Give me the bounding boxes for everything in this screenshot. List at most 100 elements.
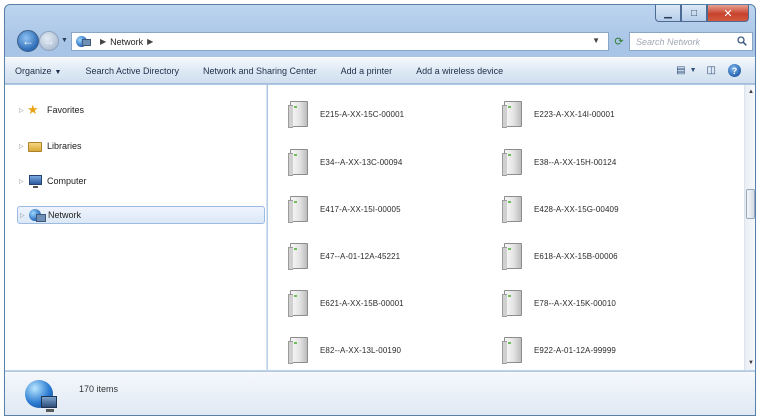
computer-tile[interactable]: E82--A-XX-13L-00190 [288,335,490,365]
expand-arrow-icon[interactable]: ▷ [19,107,27,114]
scroll-down-button[interactable]: ▼ [745,356,755,370]
nav-item-label: Computer [47,176,87,186]
preview-pane-icon[interactable]: ◫ [707,65,716,76]
computer-name: E78--A-XX-15K-00010 [534,298,616,308]
computer-tile[interactable]: E417-A-XX-15I-00005 [288,194,490,224]
help-icon[interactable]: ? [728,64,741,77]
server-icon [502,196,522,223]
breadcrumb-separator[interactable]: ▶ [147,37,153,46]
back-button[interactable]: ← [17,30,39,52]
scroll-thumb[interactable] [746,189,755,219]
command-bar: Organize ▼ Search Active Directory Networ… [5,57,755,84]
computer-tile[interactable]: E34--A-XX-13C-00094 [288,147,490,177]
search-input[interactable] [636,36,732,47]
server-icon [502,337,522,364]
computer-tile[interactable]: E922-A-01-12A-99999 [502,335,704,365]
nav-item-label: Libraries [47,141,82,151]
arrow-right-icon: → [43,34,55,48]
nav-item-computer[interactable]: ▷ Computer [17,172,265,190]
computer-name: E428-A-XX-15G-00409 [534,204,619,214]
server-icon [502,101,522,128]
computer-tile[interactable]: E618-A-XX-15B-00006 [502,241,704,271]
network-icon [25,380,59,414]
chevron-down-icon: ▼ [54,68,62,76]
minimize-button[interactable]: ▁ [655,5,681,22]
computer-name: E922-A-01-12A-99999 [534,345,616,355]
address-row: ← → ▼ ▶ Network ▶ ▼ ⟳ [5,27,755,53]
expand-arrow-icon[interactable]: ▷ [19,143,27,150]
computer-name: E38--A-XX-15H-00124 [534,157,617,167]
chevron-down-icon[interactable]: ▼ [690,67,697,74]
chevron-down-icon: ▼ [748,360,754,366]
address-bar[interactable]: ▶ Network ▶ ▼ [71,32,609,51]
server-icon [288,243,308,270]
vertical-scrollbar[interactable]: ▲ ▼ [744,85,755,370]
search-box[interactable] [629,32,753,51]
refresh-button[interactable]: ⟳ [611,32,627,51]
expand-arrow-icon[interactable]: ▷ [20,212,28,219]
view-tools: ▤ ▼ ◫ ? [666,64,741,77]
organize-label: Organize [15,65,52,76]
item-count: 170 items [79,384,119,394]
computer-tile[interactable]: E621-A-XX-15B-00001 [288,288,490,318]
computer-name: E621-A-XX-15B-00001 [320,298,404,308]
address-dropdown-button[interactable]: ▼ [592,36,600,45]
forward-button[interactable]: → [39,31,59,51]
chevron-up-icon: ▲ [748,89,754,95]
computer-tile[interactable]: E215-A-XX-15C-00001 [288,99,490,129]
computer-tile[interactable]: E38--A-XX-15H-00124 [502,147,704,177]
computer-name: E417-A-XX-15I-00005 [320,204,401,214]
network-sharing-center-button[interactable]: Network and Sharing Center [203,66,317,76]
content-pane: E215-A-XX-15C-00001 E223-A-XX-14I-00001 … [268,85,744,370]
organize-menu[interactable]: Organize ▼ [15,66,61,76]
server-icon [288,290,308,317]
expand-arrow-icon[interactable]: ▷ [19,178,27,185]
computer-name: E223-A-XX-14I-00001 [534,109,615,119]
computer-name: E47--A-01-12A-45221 [320,251,401,261]
chevron-down-icon: ▼ [61,37,68,44]
computer-icon [27,174,43,188]
server-icon [288,337,308,364]
nav-item-label: Network [48,210,82,220]
server-icon [288,101,308,128]
breadcrumb-separator[interactable]: ▶ [100,37,106,46]
network-icon [76,36,92,47]
computer-tile[interactable]: E428-A-XX-15G-00409 [502,194,704,224]
nav-item-network[interactable]: ▷ Network [17,206,265,224]
search-icon[interactable] [737,36,747,46]
nav-item-libraries[interactable]: ▷ Libraries [17,137,265,155]
computer-tile[interactable]: E223-A-XX-14I-00001 [502,99,704,129]
computer-tile[interactable]: E78--A-XX-15K-00010 [502,288,704,318]
add-printer-button[interactable]: Add a printer [341,66,393,76]
computer-name: E215-A-XX-15C-00001 [320,109,405,119]
caption-buttons: ▁ □ ✕ [655,5,749,23]
recent-pages-dropdown[interactable]: ▼ [61,37,68,44]
server-icon [288,149,308,176]
star-icon: ★ [27,102,39,117]
arrow-left-icon: ← [22,34,34,48]
search-active-directory-button[interactable]: Search Active Directory [85,66,179,76]
server-icon [502,149,522,176]
server-icon [502,290,522,317]
scroll-up-button[interactable]: ▲ [745,85,755,99]
change-view-icon[interactable]: ▤ [676,65,685,76]
server-icon [502,243,522,270]
close-button[interactable]: ✕ [707,5,749,22]
nav-item-label: Favorites [47,105,85,115]
network-icon [28,208,46,222]
explorer-window: ▁ □ ✕ ← → ▼ ▶ Network ▶ ▼ ⟳ Organize▼ Se… [4,4,756,416]
navigation-pane: ▷ ★ Favorites ▷ Libraries ▷ Computer ▷ N… [5,85,267,370]
libraries-icon [27,139,43,153]
computer-name: E618-A-XX-15B-00006 [534,251,618,261]
refresh-icon: ⟳ [614,36,624,48]
details-pane: 170 items [5,371,755,415]
server-icon [288,196,308,223]
maximize-button[interactable]: □ [681,5,707,22]
chevron-down-icon: ▼ [592,36,600,45]
add-wireless-device-button[interactable]: Add a wireless device [416,66,503,76]
computer-tile[interactable]: E47--A-01-12A-45221 [288,241,490,271]
breadcrumb-network[interactable]: Network [110,37,143,47]
nav-item-favorites[interactable]: ▷ ★ Favorites [17,101,265,119]
computer-name: E82--A-XX-13L-00190 [320,345,402,355]
computer-name: E34--A-XX-13C-00094 [320,157,403,167]
